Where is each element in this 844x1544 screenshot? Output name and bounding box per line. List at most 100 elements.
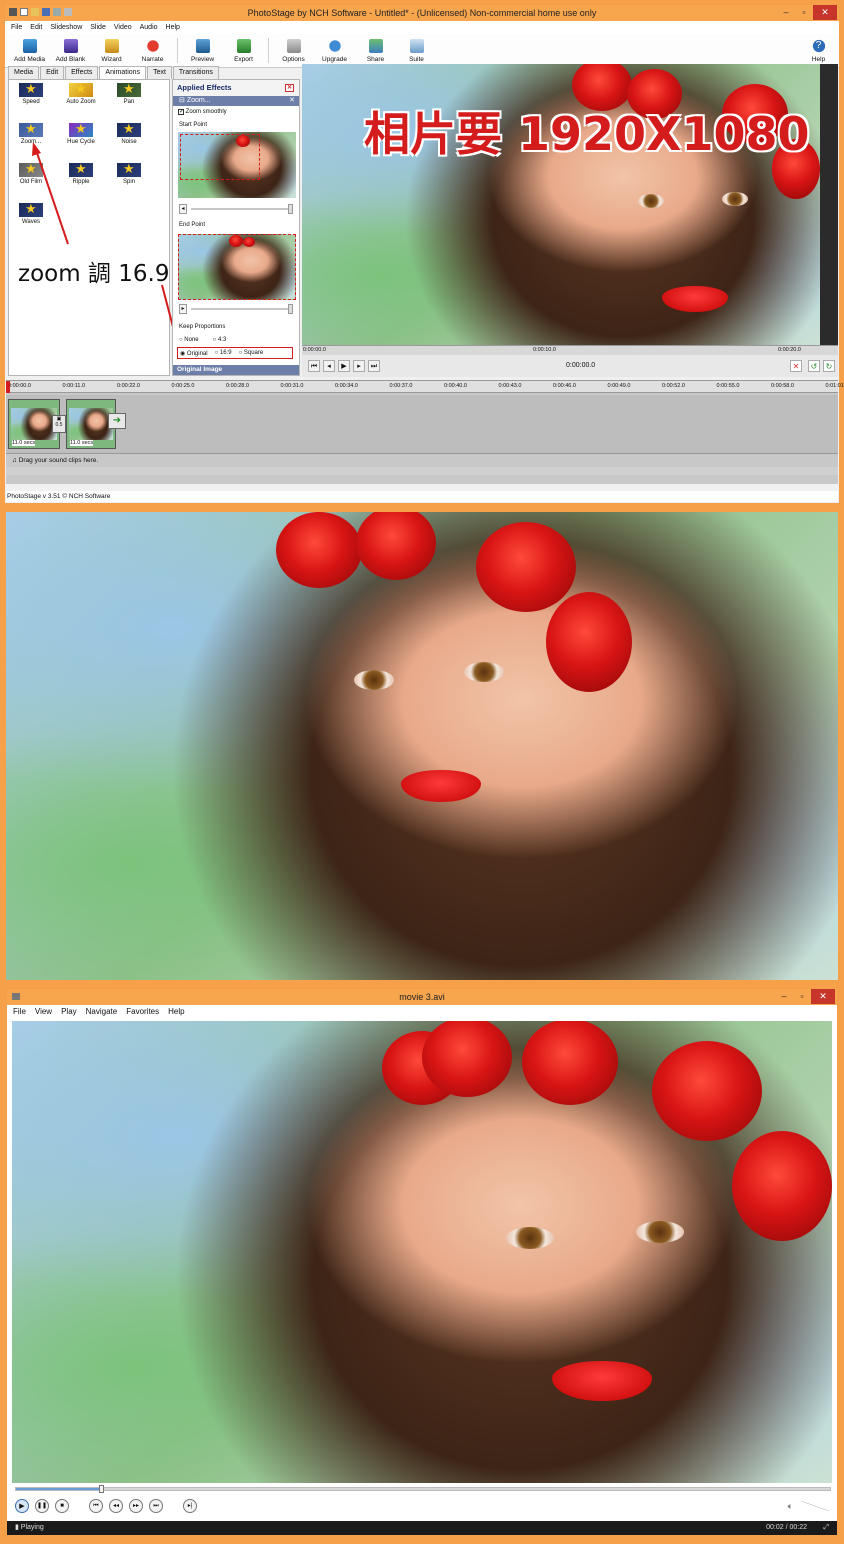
volume-slider[interactable] (801, 1501, 829, 1511)
export-button[interactable]: Export (223, 34, 264, 67)
fast-forward-icon[interactable]: ▸▸ (129, 1499, 143, 1513)
close-icon[interactable]: ✕ (813, 5, 837, 20)
frame-step-icon[interactable]: ▸| (183, 1499, 197, 1513)
radio-16-9[interactable]: ○ 16:9 (215, 350, 232, 356)
save-icon[interactable] (42, 8, 50, 16)
share-button[interactable]: Share (355, 34, 396, 67)
undo-icon[interactable] (53, 8, 61, 16)
effect-noise[interactable]: Noise (109, 122, 149, 145)
original-image-bar[interactable]: Original Image (173, 365, 299, 375)
menu-edit[interactable]: Edit (30, 24, 42, 31)
effect-ripple[interactable]: Ripple (61, 162, 101, 185)
start-point-slider[interactable]: ◂ (179, 204, 295, 214)
maximize-icon[interactable]: ▫ (795, 5, 813, 20)
step-forward-icon[interactable]: ▸ (353, 360, 365, 372)
playhead-marker[interactable] (6, 381, 10, 393)
player-menu-help[interactable]: Help (168, 1007, 184, 1016)
slider-thumb[interactable] (288, 304, 293, 314)
tab-animations[interactable]: Animations (99, 66, 147, 79)
pause-icon[interactable]: ❚❚ (35, 1499, 49, 1513)
menu-video[interactable]: Video (114, 24, 132, 31)
next-icon[interactable]: ⏭ (149, 1499, 163, 1513)
suite-button[interactable]: Suite (396, 34, 437, 67)
timeline-ruler[interactable]: 0:00:00.0 0:00:11.0 0:00:22.0 0:00:25.0 0:00… (6, 381, 844, 393)
tab-edit[interactable]: Edit (40, 66, 65, 79)
tab-media[interactable]: Media (8, 66, 40, 79)
rotate-left-icon[interactable]: ↺ (808, 360, 820, 372)
open-folder-icon[interactable] (31, 8, 39, 16)
effect-spin[interactable]: Spin (109, 162, 149, 185)
rose-decoration (522, 1021, 618, 1105)
redo-icon[interactable] (64, 8, 72, 16)
rotate-right-icon[interactable]: ↻ (823, 360, 835, 372)
add-slide-icon[interactable]: ➜ (108, 413, 126, 429)
add-media-button[interactable]: Add Media (9, 34, 50, 67)
options-button[interactable]: Options (273, 34, 314, 67)
sound-track[interactable]: ♫ Drag your sound clips here. (6, 453, 838, 467)
player-menu-view[interactable]: View (35, 1007, 52, 1016)
slider-right-arrow-icon[interactable]: ▸ (179, 304, 187, 314)
minimize-icon[interactable]: – (777, 5, 795, 20)
stop-icon[interactable]: ■ (55, 1499, 69, 1513)
player-menu-file[interactable]: File (13, 1007, 26, 1016)
radio-4-3[interactable]: ○ 4:3 (213, 337, 227, 343)
delete-icon[interactable]: ✕ (790, 360, 802, 372)
previous-icon[interactable]: ⏮ (89, 1499, 103, 1513)
timeline-tick: 0:00:58.0 (771, 383, 794, 389)
transition-marker[interactable]: ▣ 0.5 (52, 415, 66, 433)
volume-icon[interactable]: 🔈︎ (788, 1501, 793, 1512)
start-point-thumbnail[interactable] (178, 132, 296, 198)
preview-button[interactable]: Preview (182, 34, 223, 67)
menu-slideshow[interactable]: Slideshow (50, 24, 82, 31)
fullscreen-icon[interactable]: ⤢ (823, 1521, 829, 1535)
menu-file[interactable]: File (11, 24, 22, 31)
end-point-slider[interactable]: ▸ (179, 304, 295, 314)
tab-text[interactable]: Text (147, 66, 172, 79)
narrate-button[interactable]: Narrate (132, 34, 173, 67)
effect-pan[interactable]: Pan (109, 82, 149, 105)
seek-thumb[interactable] (99, 1485, 104, 1493)
menu-audio[interactable]: Audio (140, 24, 158, 31)
radio-original[interactable]: ◉ Original (180, 350, 208, 357)
slider-thumb[interactable] (288, 204, 293, 214)
play-icon[interactable]: ▶ (15, 1499, 29, 1513)
new-file-icon[interactable] (20, 8, 28, 16)
zoom-smoothly-checkbox[interactable]: ✓ (178, 109, 184, 115)
menu-help[interactable]: Help (166, 24, 180, 31)
player-menu-favorites[interactable]: Favorites (126, 1007, 159, 1016)
seek-bar[interactable] (15, 1485, 831, 1493)
timeline-scrollbar[interactable] (6, 467, 838, 475)
maximize-icon[interactable]: ▫ (793, 989, 811, 1004)
close-effect-icon[interactable]: ✕ (289, 96, 295, 106)
skip-end-icon[interactable]: ⏭ (368, 360, 380, 372)
help-button[interactable]: ? Help (798, 34, 839, 67)
end-point-thumbnail[interactable] (178, 234, 296, 300)
upgrade-button[interactable]: Upgrade (314, 34, 355, 67)
skip-start-icon[interactable]: ⏮ (308, 360, 320, 372)
rewind-icon[interactable]: ◂◂ (109, 1499, 123, 1513)
effect-old-film[interactable]: Old Film (11, 162, 51, 185)
close-icon[interactable]: ✕ (811, 989, 835, 1004)
menu-slide[interactable]: Slide (90, 24, 106, 31)
play-icon[interactable]: ▶ (338, 360, 350, 372)
minimize-icon[interactable]: – (775, 989, 793, 1004)
player-menu-play[interactable]: Play (61, 1007, 77, 1016)
slider-left-arrow-icon[interactable]: ◂ (179, 204, 187, 214)
player-menu-navigate[interactable]: Navigate (86, 1007, 118, 1016)
radio-square[interactable]: ○ Square (239, 350, 264, 356)
effect-zoom[interactable]: Zoom... (11, 122, 51, 145)
remove-effect-icon[interactable]: ✕ (285, 84, 294, 92)
add-blank-button[interactable]: Add Blank (50, 34, 91, 67)
step-back-icon[interactable]: ◂ (323, 360, 335, 372)
playback-controls: ▶ ❚❚ ■ ⏮ ◂◂ ▸▸ ⏭ ▸| (15, 1499, 197, 1513)
tab-effects[interactable]: Effects (65, 66, 99, 79)
tab-transitions[interactable]: Transitions (172, 66, 219, 79)
wizard-button[interactable]: Wizard (91, 34, 132, 67)
annotation-zoom-ratio: zoom 調 16.9 (18, 261, 170, 287)
effect-speed[interactable]: Speed (11, 82, 51, 105)
effect-auto-zoom[interactable]: Auto Zoom (61, 82, 101, 105)
radio-none[interactable]: ○ None (179, 337, 199, 343)
effect-hue-cycle[interactable]: Hue Cycle (61, 122, 101, 145)
zoom-effect-header[interactable]: ⊟ Zoom... ✕ (173, 96, 299, 106)
effect-waves[interactable]: Waves (11, 202, 51, 225)
